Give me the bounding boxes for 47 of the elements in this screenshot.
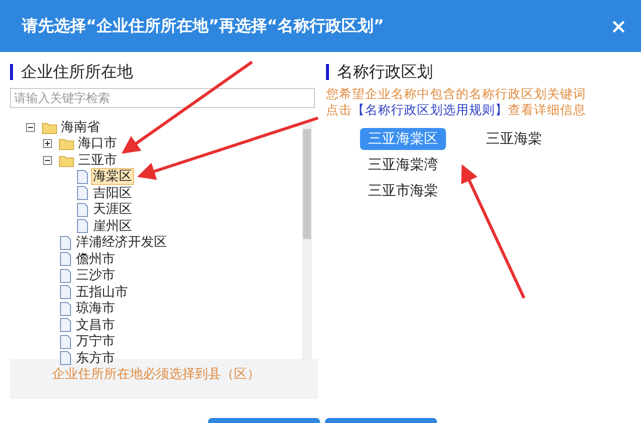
heading-marker	[326, 64, 329, 80]
file-icon	[76, 170, 89, 184]
dialog-title: 请先选择“企业住所所在地”再选择“名称行政区划”	[22, 15, 384, 37]
panel-heading: 企业住所所在地	[21, 61, 133, 83]
hint-text: 您希望企业名称中包含的名称行政区划关键词	[326, 86, 587, 102]
search-field[interactable]: 请输入关键字检索	[10, 88, 315, 108]
panel-heading: 名称行政区划	[337, 61, 433, 83]
tree-item[interactable]: 琼海市	[74, 300, 117, 318]
file-icon	[59, 252, 72, 266]
tree-item[interactable]: 海南省	[59, 118, 102, 136]
tree-item[interactable]: 五指山市	[74, 284, 130, 301]
rule-text: 点击【名称行政区划选用规则】查看详细信息	[326, 102, 587, 118]
file-icon	[76, 202, 89, 217]
file-icon	[59, 334, 72, 349]
collapse-toggle[interactable]	[43, 156, 52, 165]
tree-item[interactable]: 万宁市	[74, 333, 117, 350]
tree-item[interactable]: 儋州市	[74, 250, 117, 268]
file-icon	[76, 186, 89, 200]
collapse-toggle[interactable]	[26, 122, 35, 132]
tree-item[interactable]: 崖州区	[91, 218, 134, 235]
tree-item[interactable]: 海口市	[76, 135, 119, 152]
tree-item[interactable]: 海棠区	[91, 168, 134, 186]
folder-icon	[59, 154, 74, 167]
expand-toggle[interactable]	[43, 139, 52, 148]
file-icon	[59, 285, 72, 300]
close-button[interactable]: ×	[610, 16, 627, 36]
rule-link[interactable]: 【名称行政区划选用规则】	[352, 102, 508, 117]
heading-marker	[10, 64, 13, 80]
folder-icon	[59, 137, 74, 150]
scrollbar[interactable]	[302, 121, 312, 359]
tree-item[interactable]: 洋浦经济开发区	[74, 234, 169, 252]
file-icon	[59, 268, 72, 283]
file-icon	[59, 302, 72, 316]
tree-item[interactable]: 吉阳区	[91, 184, 134, 202]
region-option[interactable]: 三亚海棠湾	[360, 154, 446, 176]
file-icon	[59, 236, 72, 250]
notice-text: 企业住所所在地必须选择到县（区）	[52, 367, 260, 382]
region-option[interactable]: 三亚市海棠	[360, 180, 446, 202]
tree-item[interactable]: 东方市	[74, 350, 117, 367]
tree-item[interactable]: 三沙市	[74, 267, 117, 284]
tree-item[interactable]: 三亚市	[76, 152, 119, 169]
file-icon	[76, 219, 89, 234]
tree-item[interactable]: 文昌市	[74, 316, 117, 334]
file-icon	[59, 318, 72, 332]
folder-icon	[42, 120, 57, 134]
tree-item[interactable]: 天涯区	[91, 201, 134, 218]
region-option[interactable]: 三亚海棠	[478, 128, 550, 150]
